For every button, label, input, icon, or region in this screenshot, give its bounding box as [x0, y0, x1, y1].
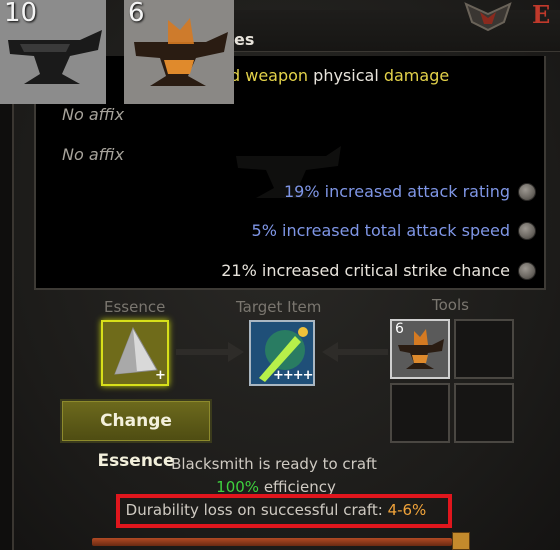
essence-label: Essence [104, 298, 166, 316]
tool-slot-3[interactable] [390, 383, 450, 443]
durability-text: Durability loss on successful craft: 4-6… [0, 501, 556, 519]
arrow-left-icon [322, 342, 388, 362]
affix-line-damage: d weapon physical damage [230, 66, 450, 85]
affix-critical-chance: 21% increased critical strike chance [221, 261, 510, 280]
affix-attack-speed: 5% increased total attack speed [251, 221, 510, 240]
blacksmith-ready-text: Blacksmith is ready to craft [171, 455, 377, 473]
inventory-thumb-glowing-anvil[interactable]: 6 [124, 0, 234, 104]
tool-slot-2[interactable] [454, 319, 514, 379]
target-plus: ++++ [273, 368, 314, 383]
affix-empty-1: No affix [62, 105, 125, 124]
tool-slot-1[interactable]: 6 [390, 319, 450, 379]
change-essence-button[interactable]: Change Essence [60, 399, 212, 471]
corner-title-partial: E [532, 0, 551, 29]
essence-plus: + [155, 368, 166, 383]
axe-ornament-icon [464, 2, 512, 32]
crafting-window: es E d weapon physical damage No affix N… [0, 0, 560, 550]
header-title-partial: es [234, 30, 255, 49]
affix-attack-rating: 19% increased attack rating [283, 182, 510, 201]
tool-slot-4[interactable] [454, 383, 514, 443]
target-item-label: Target Item [236, 298, 322, 316]
durability-label: Durability loss on successful craft: [125, 501, 388, 519]
affix-empty-2: No affix [62, 145, 125, 164]
affix-panel [34, 56, 546, 290]
anvil-watermark-icon [236, 146, 341, 198]
thumb-count: 10 [4, 0, 38, 28]
inventory-thumb-anvil[interactable]: 10 [0, 0, 106, 104]
craft-progress-bar [92, 538, 452, 546]
tools-label: Tools [432, 296, 469, 314]
affix-reroll-button[interactable] [518, 183, 536, 201]
arrow-right-icon [176, 342, 244, 362]
affix-reroll-button[interactable] [518, 262, 536, 280]
craft-progress-handle[interactable] [452, 532, 470, 550]
target-item-slot[interactable]: ++++ [249, 320, 315, 386]
thumb-count: 6 [128, 0, 145, 28]
durability-value: 4-6% [387, 501, 427, 519]
affix-reroll-button[interactable] [518, 222, 536, 240]
essence-slot[interactable]: + [101, 320, 169, 386]
tool-count: 6 [395, 321, 404, 337]
